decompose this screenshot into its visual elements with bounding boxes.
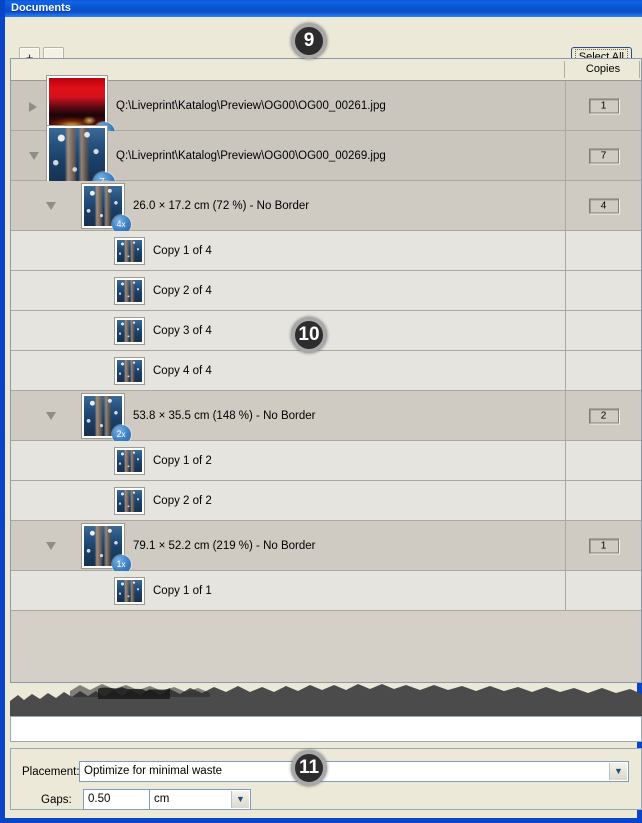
copies-value[interactable]: 2 [588,408,619,423]
copies-value[interactable]: 1 [588,538,619,553]
row-thumbnail [114,236,145,265]
row-thumbnail: 7x [46,124,115,194]
chevron-down-icon[interactable]: ▼ [609,763,627,780]
row-thumbnail [114,316,145,345]
row-label: 53.8 × 35.5 cm (148 %) - No Border [133,409,316,422]
row-content: Copy 2 of 2 [11,481,565,520]
copies-cell[interactable] [565,231,641,270]
row-content: 2x 53.8 × 35.5 cm (148 %) - No Border [11,391,565,444]
list-rows: 1x Q:\Liveprint\Katalog\Preview\OG00\OG00… [11,74,641,611]
copies-cell[interactable] [565,481,641,520]
row-thumbnail: 2x [81,392,131,444]
copies-cell[interactable]: 4 [565,181,641,230]
row-thumbnail [114,486,145,515]
row-label: 26.0 × 17.2 cm (72 %) - No Border [133,199,310,212]
table-row[interactable]: Copy 4 of 4 [11,351,641,391]
table-row[interactable]: Copy 1 of 4 [11,231,641,271]
collapse-triangle-icon[interactable] [46,411,56,420]
row-label: 79.1 × 52.2 cm (219 %) - No Border [133,539,316,552]
placement-value: Optimize for minimal waste [84,765,223,777]
copies-value[interactable]: 1 [588,98,619,113]
callout-marker: 9 [291,23,327,59]
copies-cell[interactable] [565,311,641,350]
row-thumbnail: 1x [81,522,131,574]
chevron-down-icon[interactable]: ▼ [231,791,249,808]
row-content: Copy 1 of 4 [11,231,565,270]
gaps-label: Gaps: [41,794,72,806]
row-label: Copy 2 of 2 [153,494,212,507]
row-label: Copy 1 of 1 [153,584,212,597]
documents-list[interactable]: Copies 1x Q:\Liveprint\Katalog\Preview\OG… [10,58,642,683]
row-thumbnail [114,276,145,305]
table-row[interactable]: 7xQ:\Liveprint\Katalog\Preview\OG00\OG00… [11,124,641,194]
copies-cell[interactable]: 2 [565,391,641,440]
row-thumbnail: 4x [81,182,131,234]
row-content: Copy 2 of 4 [11,271,565,310]
table-row[interactable]: Copy 2 of 2 [11,481,641,521]
row-content: Copy 3 of 4 [11,311,565,350]
row-content: Copy 4 of 4 [11,351,565,390]
row-content: 1xQ:\Liveprint\Katalog\Preview\OG00\OG00… [11,74,565,144]
row-label: Copy 2 of 4 [153,284,212,297]
collapse-triangle-icon[interactable] [29,151,39,160]
table-row[interactable]: 4x 26.0 × 17.2 cm (72 %) - No Border 4 [11,181,641,234]
table-row[interactable]: 2x 53.8 × 35.5 cm (148 %) - No Border 2 [11,391,641,444]
row-thumbnail [114,446,145,475]
copies-value[interactable]: 7 [588,148,619,163]
row-label: Copy 3 of 4 [153,324,212,337]
row-content: Copy 1 of 1 [11,571,565,610]
documents-window: Documents + – Select All Copies 1xQ:\Liv… [0,0,642,823]
thumbnail-image [117,359,142,382]
row-thumbnail [114,576,145,605]
copies-cell[interactable] [565,271,641,310]
thumbnail-image [117,279,142,302]
placement-panel: Placement: Optimize for minimal waste ▼ … [10,748,642,810]
row-label: Copy 4 of 4 [153,364,212,377]
callout-marker: 10 [291,317,327,353]
window-title: Documents [11,2,71,14]
thumbnail-image [117,489,142,512]
row-content: 4x 26.0 × 17.2 cm (72 %) - No Border [11,181,565,234]
callout-marker: 11 [291,750,327,786]
row-content: 1x 79.1 × 52.2 cm (219 %) - No Border [11,521,565,574]
thumbnail-image [117,449,142,472]
gaps-input[interactable]: 0.50 [83,789,151,810]
torn-white-strip [10,716,642,742]
table-row[interactable]: 1x 79.1 × 52.2 cm (219 %) - No Border 1 [11,521,641,574]
thumbnail-image [117,319,142,342]
window-title-bar: Documents [5,0,642,17]
expand-triangle-icon[interactable] [29,101,37,112]
column-header-copies: Copies [585,63,621,75]
row-label: Q:\Liveprint\Katalog\Preview\OG00\OG00_0… [116,149,386,162]
row-thumbnail [114,356,145,385]
gaps-unit-value: cm [154,793,170,805]
copies-cell[interactable]: 1 [565,521,641,570]
thumbnail-image [117,239,142,262]
table-row[interactable]: 1xQ:\Liveprint\Katalog\Preview\OG00\OG00… [11,74,641,144]
collapse-triangle-icon[interactable] [46,541,56,550]
copies-cell[interactable] [565,571,641,610]
copies-cell[interactable] [565,351,641,390]
gaps-unit-select[interactable]: cm ▼ [149,789,251,810]
thumbnail-image [117,579,142,602]
row-content: 7xQ:\Liveprint\Katalog\Preview\OG00\OG00… [11,124,565,194]
copies-cell[interactable] [565,441,641,480]
copies-value[interactable]: 4 [588,198,619,213]
table-row[interactable]: Copy 1 of 1 [11,571,641,611]
table-row[interactable]: Copy 2 of 4 [11,271,641,311]
copies-cell[interactable]: 7 [565,131,641,180]
row-label: Q:\Liveprint\Katalog\Preview\OG00\OG00_0… [116,99,386,112]
row-label: Copy 1 of 4 [153,244,212,257]
collapse-triangle-icon[interactable] [46,201,56,210]
table-row[interactable]: Copy 1 of 2 [11,441,641,481]
placement-select[interactable]: Optimize for minimal waste ▼ [79,761,629,782]
row-label: Copy 1 of 2 [153,454,212,467]
row-content: Copy 1 of 2 [11,441,565,480]
placement-label: Placement: [22,766,80,778]
copies-cell[interactable]: 1 [565,81,641,130]
